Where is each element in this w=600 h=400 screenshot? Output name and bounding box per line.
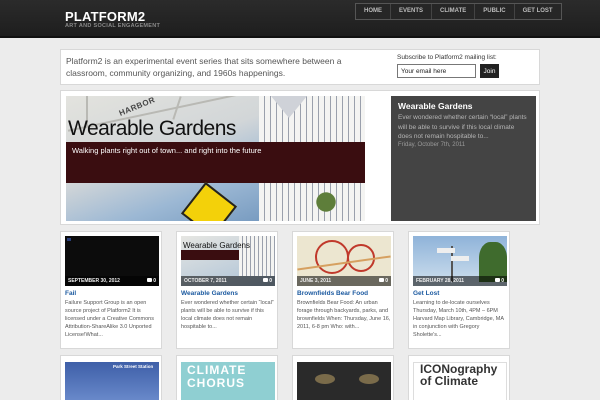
site-header: PLATFORM2 ART AND SOCIAL ENGAGEMENT HOME…	[0, 0, 600, 38]
comment-icon	[147, 278, 153, 282]
nav-events[interactable]: EVENTS	[391, 4, 433, 19]
comment-count: 0	[495, 278, 504, 284]
thumb-shoe	[315, 374, 335, 384]
featured-image[interactable]: HARBOR Wearable Gardens Walking plants r…	[66, 96, 365, 221]
thumb-label: CLIMATE CHORUS	[187, 363, 247, 390]
feature-panel: Wearable Gardens Ever wondered whether c…	[391, 96, 536, 221]
post-meta: FEBRUARY 28, 2011 0	[413, 276, 507, 286]
thumb-title: Wearable Gardens	[183, 241, 250, 250]
post-excerpt: Failure Support Group is an open source …	[65, 300, 154, 338]
post-thumbnail[interactable]	[297, 362, 391, 400]
feature-excerpt: Ever wondered whether certain “local” pl…	[398, 114, 527, 140]
comment-number: 0	[153, 278, 156, 284]
comment-count: 0	[263, 278, 272, 284]
nav-climate[interactable]: CLIMATE	[432, 4, 476, 19]
post-thumbnail[interactable]: CLIMATE CHORUS	[181, 362, 275, 400]
email-input[interactable]	[397, 64, 476, 78]
feature-date: Friday, October 7th, 2011	[398, 142, 466, 148]
post-title[interactable]: Get Lost	[413, 290, 439, 297]
post-thumbnail[interactable]: ICONography of Climate	[413, 362, 507, 400]
comment-count: 0	[379, 278, 388, 284]
post-title[interactable]: Fail	[65, 290, 76, 297]
sign-arrow	[437, 248, 455, 253]
post-date: JUNE 3, 2011	[300, 278, 332, 284]
thumb-label: ICONography of Climate	[420, 362, 498, 388]
nav-home[interactable]: HOME	[356, 4, 391, 19]
site-tagline: ART AND SOCIAL ENGAGEMENT	[65, 23, 161, 29]
post-meta: OCTOBER 7, 2011 0	[181, 276, 275, 286]
post-card[interactable]: Park Street Station	[60, 355, 162, 400]
subscribe-label: Subscribe to Platform2 mailing list:	[397, 54, 497, 61]
feature-title[interactable]: Wearable Gardens	[398, 101, 473, 111]
featured-section: HARBOR Wearable Gardens Walking plants r…	[60, 90, 540, 225]
post-card[interactable]: Wearable Gardens OCTOBER 7, 2011 0 Weara…	[176, 231, 278, 349]
post-meta: JUNE 3, 2011 0	[297, 276, 391, 286]
comment-count: 0	[147, 278, 156, 284]
hero-title: Wearable Gardens	[68, 117, 236, 140]
post-card[interactable]: ICONography of Climate	[408, 355, 510, 400]
comment-number: 0	[385, 278, 388, 284]
shirt-collar	[271, 96, 307, 118]
post-card[interactable]	[292, 355, 394, 400]
post-excerpt: Brownfields Bear Food: An urban forage t…	[297, 300, 391, 330]
post-thumbnail[interactable]: Park Street Station	[65, 362, 159, 400]
join-button[interactable]: Join	[480, 64, 499, 78]
post-card[interactable]: JUNE 3, 2011 0 Brownfields Bear Food Bro…	[292, 231, 394, 349]
post-date: OCTOBER 7, 2011	[184, 278, 227, 284]
sign-arrow	[451, 256, 469, 261]
comment-icon	[379, 278, 385, 282]
intro-box: Platform2 is an experimental event serie…	[60, 49, 540, 85]
site-logo[interactable]: PLATFORM2	[65, 9, 145, 24]
post-title[interactable]: Brownfields Bear Food	[297, 290, 368, 297]
hero-subtitle: Walking plants right out of town... and …	[72, 146, 262, 155]
post-excerpt: Learning to de-locate ourselves Thursday…	[413, 300, 504, 338]
post-card[interactable]: FEBRUARY 28, 2011 0 Get Lost Learning to…	[408, 231, 510, 349]
nav-public[interactable]: PUBLIC	[475, 4, 515, 19]
post-thumbnail[interactable]: SEPTEMBER 30, 2012 0	[65, 236, 159, 286]
post-thumbnail[interactable]: FEBRUARY 28, 2011 0	[413, 236, 507, 286]
main-nav: HOME EVENTS CLIMATE PUBLIC GET LOST	[355, 3, 562, 20]
post-title[interactable]: Wearable Gardens	[181, 290, 238, 297]
post-thumbnail[interactable]: Wearable Gardens OCTOBER 7, 2011 0	[181, 236, 275, 286]
post-date: SEPTEMBER 30, 2012	[68, 278, 120, 284]
post-thumbnail[interactable]: JUNE 3, 2011 0	[297, 236, 391, 286]
comment-icon	[495, 278, 501, 282]
nav-get-lost[interactable]: GET LOST	[515, 4, 561, 19]
comment-icon	[263, 278, 269, 282]
yellow-sign	[180, 181, 238, 221]
thumb-mark	[67, 238, 71, 241]
post-meta: SEPTEMBER 30, 2012 0	[65, 276, 159, 286]
post-date: FEBRUARY 28, 2011	[416, 278, 465, 284]
comment-number: 0	[501, 278, 504, 284]
post-card[interactable]: CLIMATE CHORUS	[176, 355, 278, 400]
thumb-label: Park Street Station	[113, 364, 154, 369]
post-excerpt: Ever wondered whether certain “local” pl…	[181, 300, 274, 330]
post-card[interactable]: SEPTEMBER 30, 2012 0 Fail Failure Suppor…	[60, 231, 162, 349]
thumb-shoe	[359, 374, 379, 384]
comment-number: 0	[269, 278, 272, 284]
map-circle	[315, 240, 349, 274]
plant-sprig	[306, 178, 346, 218]
intro-text: Platform2 is an experimental event serie…	[66, 56, 342, 78]
